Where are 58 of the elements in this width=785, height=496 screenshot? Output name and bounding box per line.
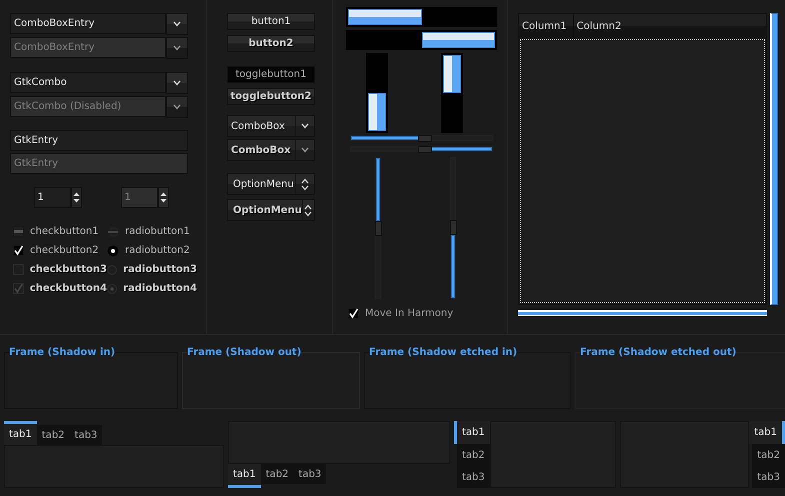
chevron-down-icon bbox=[301, 123, 309, 129]
tab[interactable]: tab3 bbox=[457, 466, 490, 488]
dropdown-button[interactable] bbox=[166, 13, 188, 35]
frame-title: Frame (Shadow out) bbox=[187, 347, 302, 358]
vertical-scrollbar[interactable] bbox=[770, 13, 778, 305]
combo-box-entry[interactable]: ComboBoxEntry bbox=[10, 13, 166, 34]
checkbox-label[interactable]: checkbutton1 bbox=[30, 226, 99, 237]
frame-title: Frame (Shadow etched in) bbox=[369, 347, 518, 358]
spin-stepper[interactable] bbox=[70, 187, 82, 208]
tab[interactable]: tab2 bbox=[752, 444, 785, 466]
tab[interactable]: tab1 bbox=[454, 421, 490, 444]
text-entry[interactable]: GtkEntry bbox=[10, 130, 188, 151]
tree-view[interactable]: Column1 Column2 bbox=[518, 13, 767, 305]
radio-button[interactable] bbox=[107, 244, 119, 256]
up-down-arrows-icon bbox=[160, 191, 166, 204]
checkbox-label[interactable]: checkbutton2 bbox=[30, 245, 99, 256]
up-down-chevron-icon bbox=[301, 178, 309, 190]
horizontal-slider[interactable] bbox=[350, 135, 493, 141]
chevron-down-icon bbox=[173, 104, 181, 110]
slider-handle[interactable] bbox=[418, 146, 432, 153]
chevron-down-icon bbox=[301, 147, 309, 153]
tab[interactable]: tab2 bbox=[260, 464, 294, 484]
up-down-chevron-icon bbox=[304, 204, 312, 216]
column-header[interactable]: Column1 bbox=[519, 14, 574, 38]
chevron-down-icon bbox=[173, 80, 181, 86]
radio-label[interactable]: radiobutton1 bbox=[125, 226, 190, 237]
column-header[interactable]: Column2 bbox=[574, 14, 628, 38]
frame-title: Frame (Shadow etched out) bbox=[580, 347, 736, 358]
vertical-slider[interactable] bbox=[375, 157, 381, 299]
tab[interactable]: tab3 bbox=[70, 425, 102, 445]
radio-label[interactable]: radiobutton2 bbox=[125, 245, 190, 256]
combo-field[interactable]: GtkCombo bbox=[10, 72, 166, 93]
chevron-down-icon bbox=[173, 45, 181, 51]
option-menu[interactable]: OptionMenu bbox=[227, 173, 315, 195]
vertical-slider[interactable] bbox=[450, 157, 456, 299]
checkbox[interactable] bbox=[13, 245, 24, 256]
frame-title: Frame (Shadow in) bbox=[9, 347, 116, 358]
up-down-arrows-icon bbox=[72, 191, 80, 204]
horizontal-slider[interactable] bbox=[350, 146, 493, 152]
dropdown-button[interactable] bbox=[166, 72, 188, 94]
slider-handle[interactable] bbox=[418, 135, 432, 142]
chevron-down-icon bbox=[173, 21, 181, 27]
checkbox-label[interactable]: Move In Harmony bbox=[365, 308, 454, 319]
tab[interactable]: tab2 bbox=[36, 425, 70, 445]
slider-handle[interactable] bbox=[450, 220, 457, 235]
tab[interactable]: tab1 bbox=[4, 421, 37, 445]
tab[interactable]: tab1 bbox=[749, 421, 785, 444]
horizontal-scrollbar[interactable] bbox=[518, 310, 767, 316]
spin-field[interactable]: 1 bbox=[34, 187, 70, 208]
toggle-button[interactable]: togglebutton1 bbox=[227, 66, 315, 83]
slider-handle[interactable] bbox=[375, 221, 382, 236]
tab[interactable]: tab3 bbox=[294, 464, 326, 484]
push-button[interactable]: button1 bbox=[227, 13, 315, 30]
tab[interactable]: tab3 bbox=[752, 466, 785, 488]
combo-box[interactable]: ComboBox bbox=[227, 115, 315, 137]
tab[interactable]: tab2 bbox=[457, 444, 490, 466]
checkbox[interactable] bbox=[348, 308, 359, 319]
tab[interactable]: tab1 bbox=[228, 464, 261, 488]
